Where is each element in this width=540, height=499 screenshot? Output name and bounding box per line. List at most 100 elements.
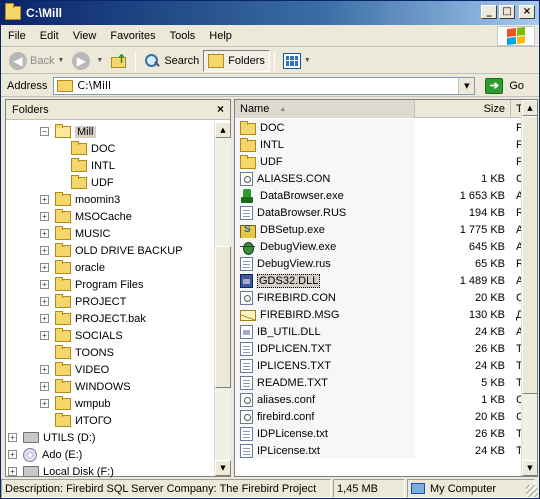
- scroll-up-button[interactable]: ▲: [215, 122, 231, 138]
- file-row[interactable]: DataBrowser.RUS194 KBRUS File: [235, 204, 537, 221]
- file-row[interactable]: IPLICENS.TXT24 KBText Document: [235, 357, 537, 374]
- file-row[interactable]: UDFFile Folder: [235, 153, 537, 170]
- column-name[interactable]: Name ▲: [235, 100, 415, 118]
- expand-icon[interactable]: +: [40, 263, 49, 272]
- address-dropdown-button[interactable]: ▼: [458, 77, 475, 94]
- tree-item[interactable]: + PROJECT.bak: [40, 310, 146, 327]
- scroll-thumb[interactable]: [522, 116, 537, 394]
- file-row[interactable]: IPLicense.txt24 KBText Document: [235, 442, 537, 459]
- file-row[interactable]: DebugView.rus65 KBRUS File: [235, 255, 537, 272]
- folders-pane-header: Folders ×: [6, 100, 230, 120]
- scroll-up-button[interactable]: ▲: [522, 100, 537, 116]
- title-bar[interactable]: C:\Mill _ □ ×: [1, 1, 539, 25]
- file-size: 20 KB: [475, 410, 505, 423]
- tree-item[interactable]: + oracle: [40, 259, 105, 276]
- tree-item[interactable]: + MSOCache: [40, 208, 132, 225]
- folder-icon: [55, 276, 71, 291]
- tree-item[interactable]: TOONS: [40, 344, 114, 361]
- file-row[interactable]: IDPLICEN.TXT26 KBText Document: [235, 340, 537, 357]
- expand-icon[interactable]: +: [40, 229, 49, 238]
- file-row[interactable]: aliases.conf1 KBCONF File: [235, 391, 537, 408]
- tree-item[interactable]: + PROJECT: [40, 293, 126, 310]
- expand-icon[interactable]: +: [40, 246, 49, 255]
- tree-item[interactable]: + Program Files: [40, 276, 143, 293]
- expand-icon[interactable]: +: [8, 433, 17, 442]
- tree-item[interactable]: DOC: [56, 140, 115, 157]
- expand-icon[interactable]: +: [8, 450, 17, 459]
- close-icon[interactable]: ×: [217, 102, 224, 116]
- file-row[interactable]: DOCFile Folder: [235, 119, 537, 136]
- file-row[interactable]: IB_UTIL.DLL24 KBApplication Extension: [235, 323, 537, 340]
- tree-item[interactable]: + wmpub: [40, 395, 110, 412]
- file-list-scrollbar[interactable]: ▲ ▼: [521, 100, 537, 476]
- file-name-cell: ALIASES.CON: [235, 170, 415, 187]
- tree-item[interactable]: + VIDEO: [40, 361, 109, 378]
- folders-scrollbar[interactable]: ▲ ▼: [214, 122, 231, 476]
- scroll-down-button[interactable]: ▼: [522, 460, 537, 476]
- collapse-icon[interactable]: −: [40, 127, 49, 136]
- menu-bar: File Edit View Favorites Tools Help: [1, 25, 539, 47]
- tree-item[interactable]: + Ado (E:): [8, 446, 82, 463]
- tree-item[interactable]: ИТОГО: [40, 412, 112, 429]
- scroll-thumb[interactable]: [215, 246, 231, 388]
- tree-item[interactable]: + MUSIC: [40, 225, 110, 242]
- up-folder-icon[interactable]: ↑: [110, 52, 128, 70]
- file-row[interactable]: FIREBIRD.MSG130 KBДокумент: [235, 306, 537, 323]
- file-row[interactable]: GDS32.DLL1 489 KBApplication Extension: [235, 272, 537, 289]
- back-label: Back: [30, 54, 55, 67]
- go-button[interactable]: ➔ Go: [485, 77, 524, 94]
- tree-item[interactable]: + UTILS (D:): [8, 429, 96, 446]
- tree-item[interactable]: INTL: [56, 157, 115, 174]
- file-row[interactable]: firebird.conf20 KBCONF File: [235, 408, 537, 425]
- expand-icon[interactable]: +: [40, 331, 49, 340]
- tree-item[interactable]: + OLD DRIVE BACKUP: [40, 242, 183, 259]
- menu-edit[interactable]: Edit: [33, 30, 66, 42]
- expand-icon[interactable]: +: [40, 297, 49, 306]
- forward-button[interactable]: ▶ ▼: [68, 50, 107, 72]
- tree-item[interactable]: + WINDOWS: [40, 378, 131, 395]
- file-row[interactable]: README.TXT5 KBText Document: [235, 374, 537, 391]
- file-row[interactable]: DBSetup.exe1 775 KBApplication: [235, 221, 537, 239]
- expand-icon[interactable]: +: [40, 382, 49, 391]
- status-bar: Description: Firebird SQL Server Company…: [1, 479, 539, 498]
- scroll-down-button[interactable]: ▼: [215, 460, 231, 476]
- status-description-text: Description: Firebird SQL Server Company…: [5, 482, 317, 495]
- views-button[interactable]: ▼: [279, 50, 315, 72]
- expand-icon[interactable]: +: [40, 314, 49, 323]
- file-row[interactable]: IDPLicense.txt26 KBText Document: [235, 425, 537, 442]
- tree-item[interactable]: UDF: [56, 174, 114, 191]
- expand-icon[interactable]: +: [40, 212, 49, 221]
- file-row[interactable]: ALIASES.CON1 KBCON File: [235, 170, 537, 187]
- close-button[interactable]: ×: [519, 5, 535, 19]
- address-input[interactable]: C:\Mill ▼: [53, 76, 476, 95]
- menu-help[interactable]: Help: [202, 30, 239, 42]
- expand-icon[interactable]: +: [40, 399, 49, 408]
- file-row[interactable]: DataBrowser.exe1 653 KBApplication: [235, 187, 537, 204]
- file-row[interactable]: DebugView.exe645 KBApplication: [235, 238, 537, 255]
- menu-file[interactable]: File: [1, 30, 33, 42]
- tree-item[interactable]: − Mill: [40, 123, 96, 140]
- tree-item[interactable]: + SOCIALS: [40, 327, 123, 344]
- search-button[interactable]: Search: [140, 50, 203, 72]
- menu-view[interactable]: View: [66, 30, 104, 42]
- tree-item[interactable]: + moomin3: [40, 191, 120, 208]
- file-row[interactable]: INTLFile Folder: [235, 136, 537, 153]
- back-button[interactable]: ◀ Back ▼: [5, 50, 68, 72]
- folders-button[interactable]: Folders: [203, 49, 270, 72]
- expand-icon[interactable]: +: [40, 280, 49, 289]
- column-size[interactable]: Size: [415, 100, 511, 118]
- file-row[interactable]: FIREBIRD.CON20 KBCON File: [235, 289, 537, 306]
- menu-favorites[interactable]: Favorites: [103, 30, 162, 42]
- resize-grip[interactable]: [526, 485, 538, 497]
- expand-icon[interactable]: +: [8, 467, 17, 476]
- maximize-button[interactable]: □: [499, 5, 515, 19]
- tree-item[interactable]: + Local Disk (F:): [8, 463, 114, 478]
- document-icon: [240, 256, 253, 271]
- file-name: DOC: [260, 121, 285, 134]
- file-name-cell: DebugView.exe: [235, 238, 415, 255]
- file-size: 1 653 KB: [459, 189, 505, 202]
- minimize-button[interactable]: _: [481, 5, 497, 19]
- menu-tools[interactable]: Tools: [163, 30, 203, 42]
- expand-icon[interactable]: +: [40, 195, 49, 204]
- expand-icon[interactable]: +: [40, 365, 49, 374]
